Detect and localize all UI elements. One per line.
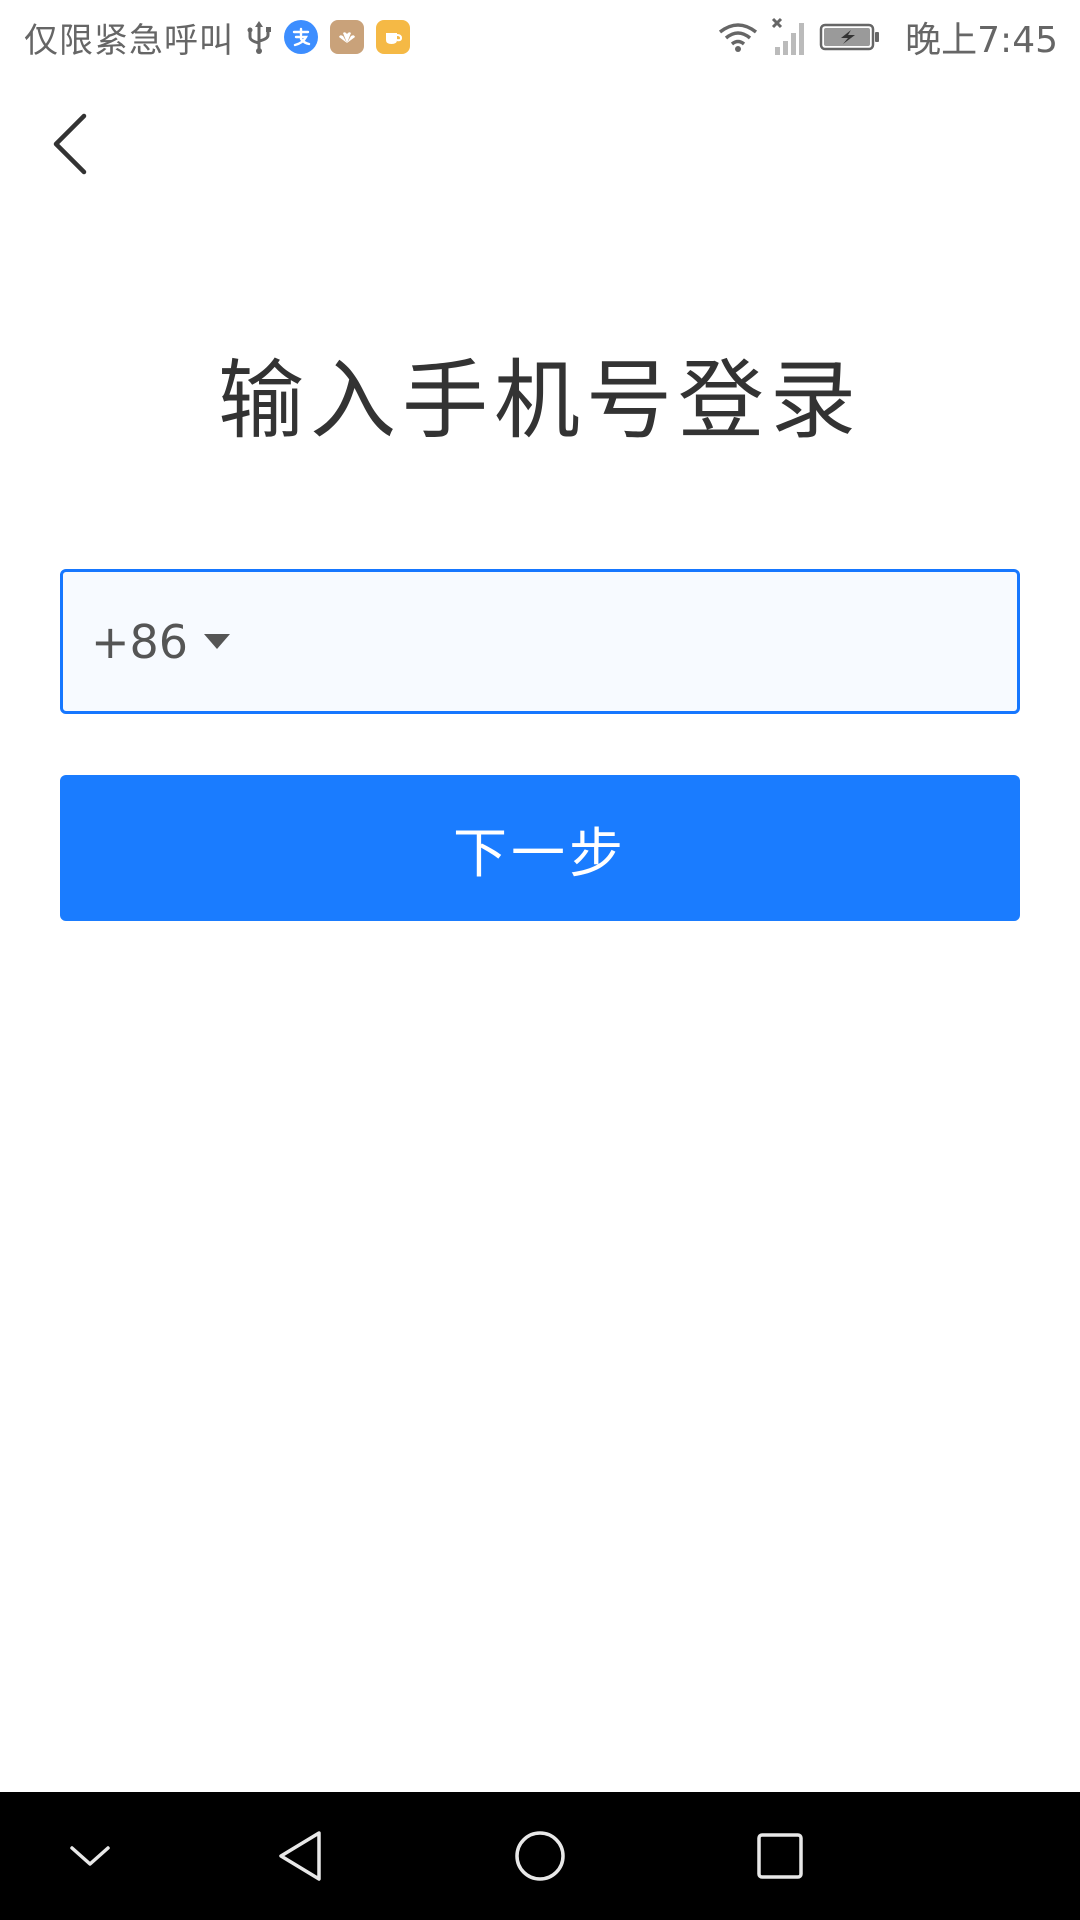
battery-charging-icon	[819, 22, 881, 52]
back-triangle-icon	[279, 1831, 321, 1881]
nav-back-button[interactable]	[240, 1792, 360, 1920]
home-circle-icon	[515, 1831, 565, 1881]
status-right: 晚上7:45	[717, 11, 1058, 63]
status-time: 晚上7:45	[905, 20, 1058, 61]
phone-input-box: +86	[60, 569, 1020, 714]
chevron-left-icon	[53, 113, 87, 175]
huawei-app-icon	[330, 20, 364, 54]
no-signal-icon	[771, 17, 807, 57]
country-code-label: +86	[91, 614, 189, 669]
status-bar: 仅限紧急呼叫 晚上7:45	[0, 0, 1080, 74]
country-code-selector[interactable]: +86	[91, 614, 231, 669]
page-title: 输入手机号登录	[218, 351, 862, 451]
recents-square-icon	[757, 1833, 803, 1879]
login-screen: 仅限紧急呼叫 晚上7:45 输入手机号登录 +86 下一步	[0, 0, 1080, 1920]
alipay-app-icon	[284, 20, 318, 54]
status-left: 仅限紧急呼叫	[24, 13, 422, 62]
next-step-button[interactable]: 下一步	[60, 775, 1020, 921]
caret-down-icon	[204, 634, 231, 649]
nav-recents-button[interactable]	[720, 1792, 840, 1920]
phone-number-input[interactable]	[230, 571, 1017, 712]
usb-icon	[246, 19, 272, 55]
wifi-icon	[717, 20, 759, 54]
system-nav-bar	[0, 1792, 1080, 1920]
cup-app-icon	[376, 20, 410, 54]
chevron-down-icon	[70, 1846, 110, 1866]
nav-home-button[interactable]	[480, 1792, 600, 1920]
hide-nav-button[interactable]	[30, 1792, 150, 1920]
back-button[interactable]	[38, 104, 102, 184]
carrier-text: 仅限紧急呼叫	[24, 20, 234, 61]
